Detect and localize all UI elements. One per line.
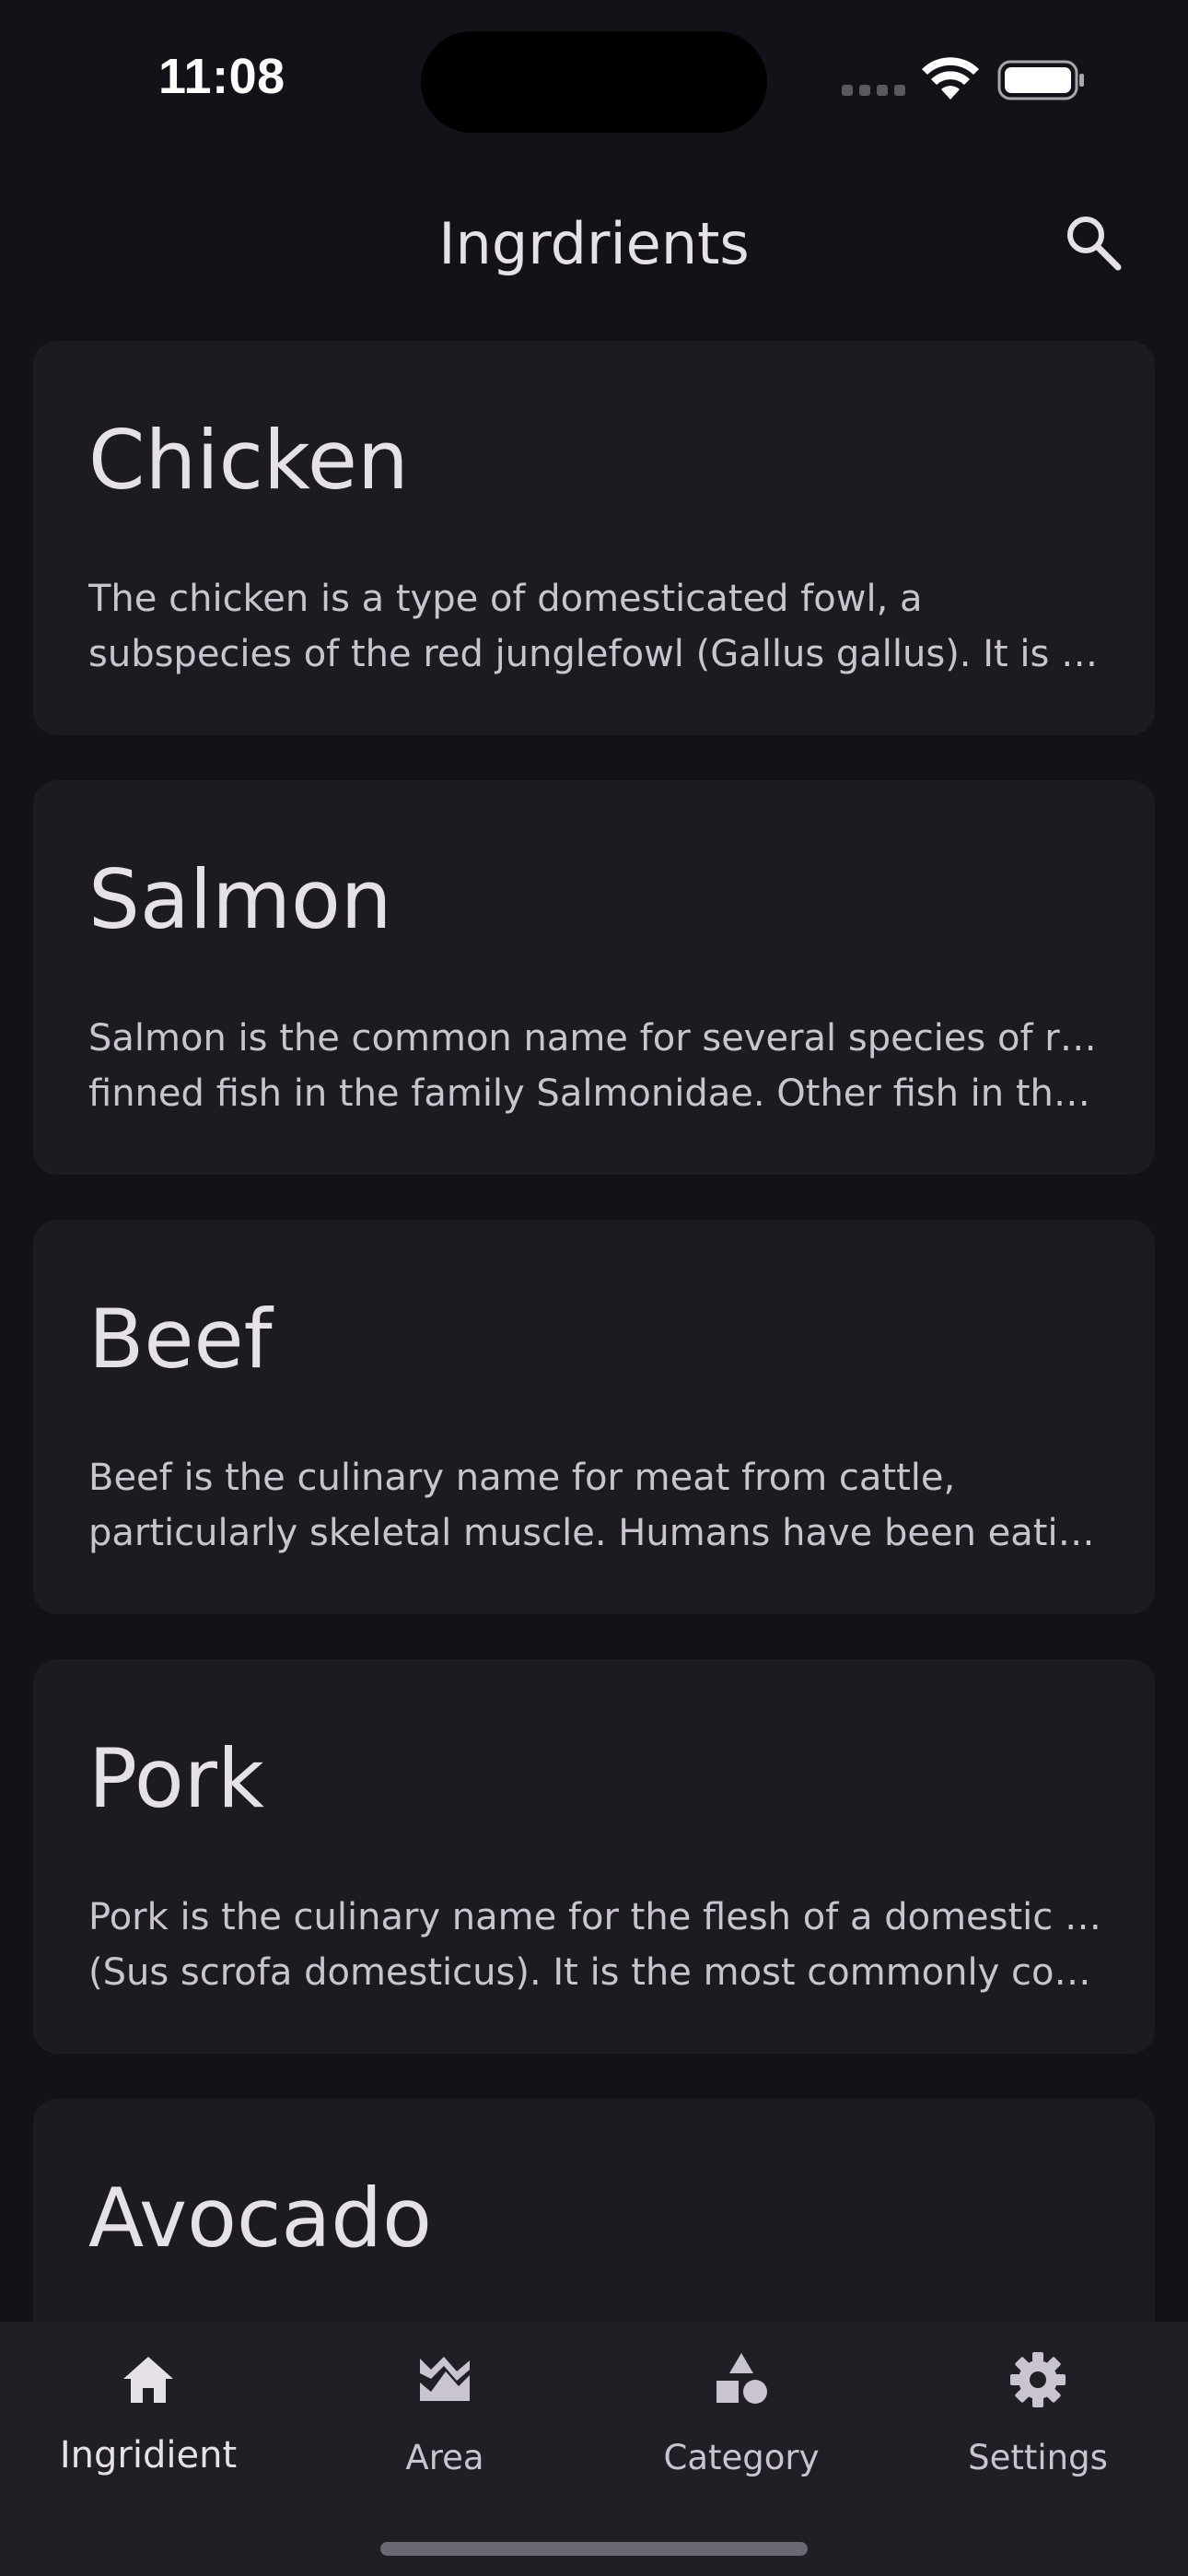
dynamic-island (421, 31, 767, 133)
nav-item-settings[interactable]: Settings (890, 2322, 1186, 2506)
ingredient-card-avocado[interactable]: Avocado (33, 2099, 1155, 2322)
ingredient-description-line1: Beef is the culinary name for meat from … (88, 1457, 956, 1499)
ingredient-description-line2: (Sus scrofa domesticus). It is the most … (88, 1951, 1111, 1994)
nav-item-category[interactable]: Category (593, 2322, 890, 2506)
ingredient-name: Beef (88, 1292, 273, 1387)
wifi-icon (922, 57, 979, 100)
ingredient-card-salmon[interactable]: Salmon Salmon is the common name for sev… (33, 780, 1155, 1175)
search-icon[interactable] (1059, 208, 1127, 276)
ingredient-name: Salmon (88, 852, 392, 947)
ingredient-description-line2: finned fish in the family Salmonidae. Ot… (88, 1072, 1111, 1115)
status-bar: 11:08 (0, 0, 1188, 157)
ingredient-description-line1: The chicken is a type of domesticated fo… (88, 578, 923, 620)
status-time: 11:08 (158, 49, 285, 104)
ingredient-name: Chicken (88, 413, 409, 508)
home-indicator (380, 2542, 808, 2556)
ingredient-card-pork[interactable]: Pork Pork is the culinary name for the f… (33, 1659, 1155, 2054)
battery-icon (997, 60, 1084, 100)
ingredient-description-line2: subspecies of the red junglefowl (Gallus… (88, 633, 1111, 675)
nav-label: Category (663, 2438, 820, 2477)
gear-icon (1010, 2352, 1066, 2407)
nav-label: Ingridient (59, 2434, 238, 2476)
ingredient-card-chicken[interactable]: Chicken The chicken is a type of domesti… (33, 341, 1155, 735)
ingredient-description-line1: Pork is the culinary name for the flesh … (88, 1896, 1111, 1938)
top-app-bar: Ingrdrients (0, 175, 1188, 313)
ingredient-description-line1: Salmon is the common name for several sp… (88, 1017, 1111, 1060)
ingredient-name: Pork (88, 1731, 264, 1826)
nav-item-ingridient[interactable]: Ingridient (0, 2322, 297, 2506)
nav-item-area[interactable]: Area (297, 2322, 593, 2506)
nav-label: Area (405, 2438, 484, 2477)
category-icon (716, 2353, 767, 2404)
ingredient-list[interactable]: Chicken The chicken is a type of domesti… (33, 341, 1155, 2322)
ingredient-name: Avocado (88, 2171, 432, 2266)
ingredient-card-beef[interactable]: Beef Beef is the culinary name for meat … (33, 1220, 1155, 1614)
screen: 11:08 Ingrdrients Chicken The chicken is… (0, 0, 1188, 2576)
page-title: Ingrdrients (438, 210, 750, 277)
home-icon (123, 2357, 173, 2403)
landscape-icon (420, 2357, 470, 2401)
nav-label: Settings (968, 2438, 1108, 2477)
ingredient-description-line2: particularly skeletal muscle. Humans hav… (88, 1512, 1111, 1554)
bottom-navigation: Ingridient Area Category Settings (0, 2322, 1188, 2576)
cellular-signal-icon (842, 85, 906, 98)
